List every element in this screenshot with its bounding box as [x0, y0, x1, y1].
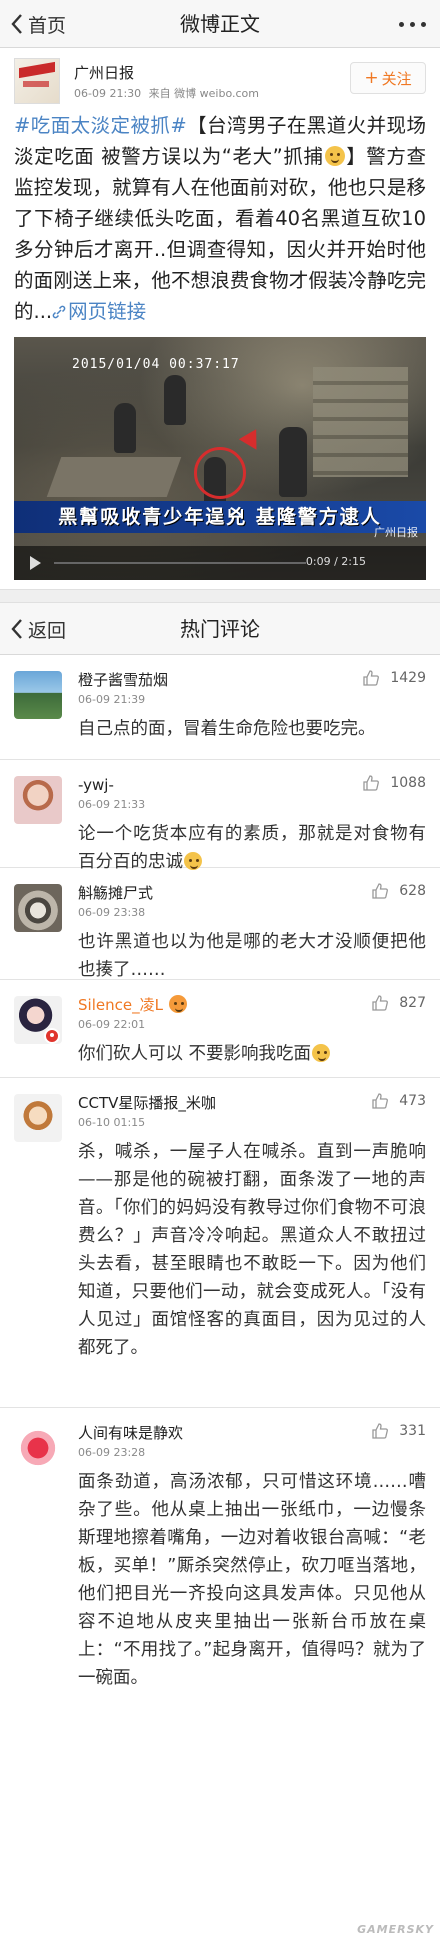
post-text-part2: 】警方查监控发现，就算有人在他面前对砍，他也只是移了下椅子继续低头吃面，看着40…	[14, 145, 426, 323]
top-navbar: 首页 微博正文	[0, 0, 440, 48]
post-time: 06-09 21:30	[74, 87, 142, 100]
follow-button[interactable]: + 关注	[350, 62, 426, 94]
comment-item: 人间有味是静欢 06-09 23:28 面条劲道，高汤浓郁，只可惜这环境……嘈杂…	[0, 1408, 440, 1780]
like-count: 827	[399, 995, 426, 1011]
follow-label: 关注	[381, 69, 412, 88]
author-avatar[interactable]	[14, 58, 60, 104]
plus-icon: +	[364, 68, 379, 88]
comment-text: 你们砍人可以 不要影响我吃面	[78, 1040, 426, 1068]
comment-time: 06-09 22:01	[78, 1018, 146, 1031]
video-controls: 0:09 / 2:15	[14, 546, 426, 580]
author-name[interactable]: 广州日报	[74, 62, 134, 83]
thumbs-up-icon	[372, 1093, 389, 1109]
like-button[interactable]: 473	[371, 1092, 426, 1110]
link-icon	[52, 305, 66, 319]
more-dot-icon	[410, 21, 415, 27]
post-meta: 06-09 21:30 来自 微博 weibo.com	[74, 85, 259, 101]
like-count: 331	[399, 1423, 426, 1439]
thumbs-up-icon	[363, 775, 380, 791]
doge-emoji-icon	[312, 1044, 331, 1062]
page-title: 微博正文	[180, 12, 260, 36]
comment-text: 杀，喊杀，一屋子人在喊杀。直到一声脆响——那是他的碗被打翻，面条泼了一地的声音。…	[78, 1142, 426, 1358]
highlight-circle	[194, 447, 246, 499]
more-dot-icon	[399, 21, 404, 27]
section-divider	[0, 589, 440, 603]
web-link-label: 网页链接	[68, 300, 147, 323]
post-text: #吃面太淡定被抓#【台湾男子在黑道火并现场淡定吃面 被警方误以为“老大”抓捕 】警…	[14, 110, 426, 327]
verified-badge-icon	[44, 1028, 60, 1044]
play-icon[interactable]	[30, 556, 41, 570]
more-dot-icon	[421, 21, 426, 27]
like-count: 1088	[390, 775, 426, 791]
video-timestamp: 2015/01/04 00:37:17	[72, 357, 240, 372]
thumbs-up-icon	[363, 670, 380, 686]
video-time: 0:09 / 2:15	[305, 555, 366, 568]
commenter-avatar[interactable]	[14, 671, 62, 719]
web-link[interactable]: 网页链接	[52, 300, 146, 323]
thumbs-up-icon	[372, 1423, 389, 1439]
like-count: 473	[399, 1093, 426, 1109]
doge-emoji-icon	[324, 146, 345, 166]
comment-time: 06-09 23:28	[78, 1446, 146, 1459]
topic-link[interactable]: #吃面太淡定被抓#	[14, 114, 187, 137]
commenter-avatar[interactable]	[14, 1424, 62, 1472]
thumbs-up-icon	[372, 995, 389, 1011]
video-banner: 黑幫吸收青少年逞兇 基隆警方逮人	[14, 501, 426, 533]
comment-item: Silence_凌L 06-09 22:01 你们砍人可以 不要影响我吃面 82…	[0, 980, 440, 1078]
like-count: 628	[399, 883, 426, 899]
weibo-post: 广州日报 06-09 21:30 来自 微博 weibo.com + 关注 #吃…	[0, 48, 440, 580]
video-player[interactable]: 2015/01/04 00:37:17 黑幫吸收青少年逞兇 基隆警方逮人 广州日…	[14, 337, 426, 580]
commenter-avatar[interactable]	[14, 1094, 62, 1142]
like-button[interactable]: 331	[371, 1422, 426, 1440]
comment-item: CCTV星际播报_米咖 06-10 01:15 杀，喊杀，一屋子人在喊杀。直到一…	[0, 1078, 440, 1408]
post-source: 来自 微博 weibo.com	[148, 87, 259, 100]
comment-text: 自己点的面，冒着生命危险也要吃完。	[78, 719, 376, 739]
comment-item: 橙子酱雪茄烟 06-09 21:39 自己点的面，冒着生命危险也要吃完。 142…	[0, 655, 440, 760]
comment-text: 面条劲道，高汤浓郁，只可惜这环境……嘈杂了些。他从桌上抽出一张纸巾，一边慢条斯理…	[78, 1472, 426, 1688]
video-watermark: 广州日报	[374, 526, 418, 539]
comments-navbar: 返回 热门评论	[0, 603, 440, 655]
like-button[interactable]: 628	[371, 882, 426, 900]
video-progress-bar[interactable]	[54, 562, 306, 564]
comment-time: 06-10 01:15	[78, 1116, 146, 1129]
site-watermark: GAMERSKY	[357, 1923, 434, 1936]
comment-time: 06-09 23:38	[78, 906, 146, 919]
thumbs-up-icon	[372, 883, 389, 899]
like-button[interactable]: 1088	[362, 774, 426, 792]
comment-item: 斛觞摊尸式 06-09 23:38 也许黑道也以为他是哪的老大才没顺便把他也揍了…	[0, 868, 440, 980]
like-button[interactable]: 827	[371, 994, 426, 1012]
crown-emoji-icon	[168, 995, 187, 1013]
comment-item: -ywj- 06-09 21:33 论一个吃货本应有的素质，那就是对食物有百分百…	[0, 760, 440, 872]
post-header: 广州日报 06-09 21:30 来自 微博 weibo.com + 关注	[14, 48, 426, 110]
commenter-avatar[interactable]	[14, 776, 62, 824]
comment-time: 06-09 21:33	[78, 798, 146, 811]
comment-text: 也许黑道也以为他是哪的老大才没顺便把他也揍了……	[78, 932, 426, 980]
more-options-button[interactable]	[399, 0, 426, 48]
commenter-avatar[interactable]	[14, 884, 62, 932]
comment-time: 06-09 21:39	[78, 693, 146, 706]
like-count: 1429	[390, 670, 426, 686]
like-button[interactable]: 1429	[362, 669, 426, 687]
comments-title: 热门评论	[180, 617, 260, 641]
